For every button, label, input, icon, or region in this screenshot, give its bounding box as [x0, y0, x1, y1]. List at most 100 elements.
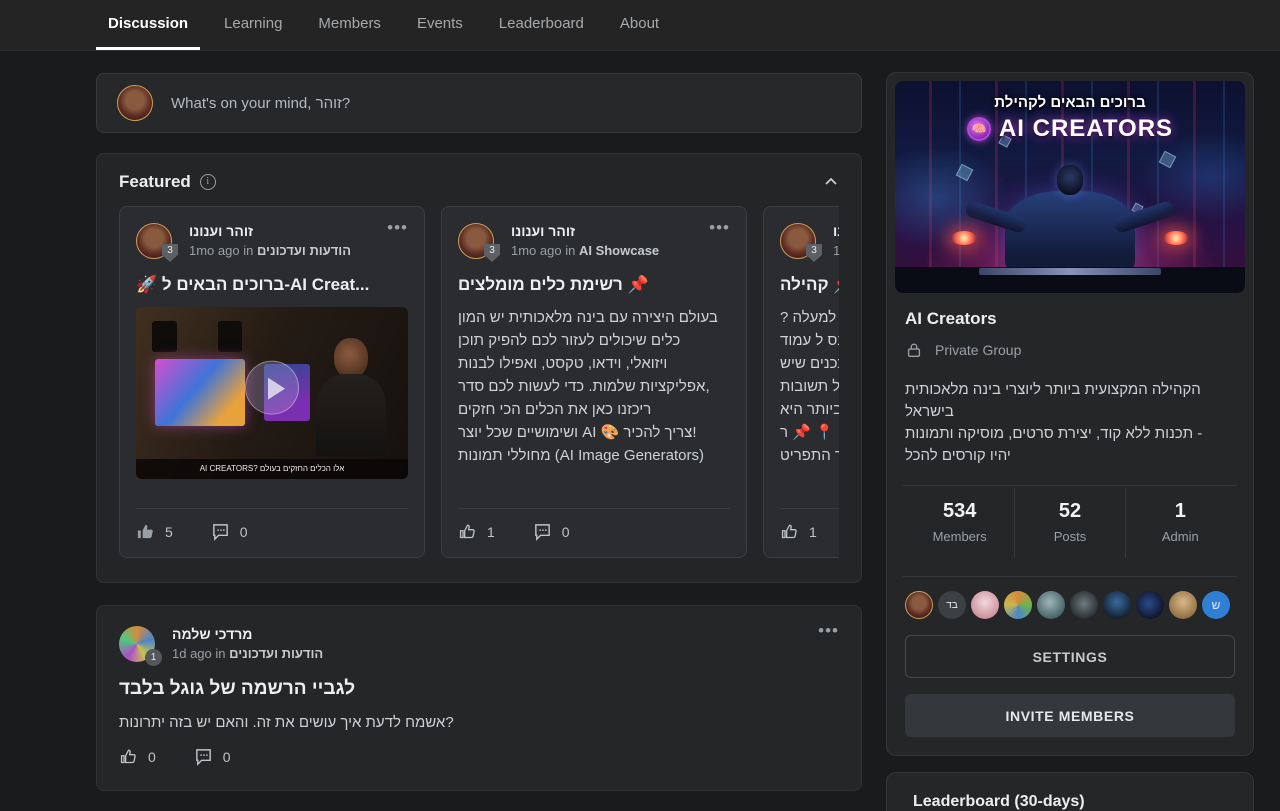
post-author[interactable]: זוהר וענונו — [511, 223, 659, 239]
decor — [218, 321, 242, 352]
post-category[interactable]: AI Showcase — [579, 243, 659, 258]
decor-person — [1057, 165, 1083, 195]
lock-icon — [905, 341, 923, 359]
comment-icon[interactable] — [194, 747, 213, 766]
chevron-up-icon[interactable] — [823, 174, 839, 190]
post-title[interactable]: רשימת כלים מומלצים 📌 — [458, 275, 730, 295]
feed-post[interactable]: 1 מרדכי שלמה 1d ago in הודעות ועדכונים •… — [96, 605, 862, 791]
featured-title: Featured — [119, 172, 191, 192]
leaderboard-card: Leaderboard (30-days) — [886, 772, 1254, 811]
post-time: 1d ago in — [172, 646, 226, 661]
cover-welcome-text: ברוכים הבאים לקהילת — [895, 94, 1245, 111]
members-count: 534 — [905, 500, 1014, 523]
community-description: הקהילה המקצועית ביותר ליוצרי בינה מלאכות… — [905, 379, 1235, 467]
decor — [152, 321, 176, 352]
like-icon[interactable] — [780, 522, 799, 541]
featured-card[interactable]: 3 זוהר וענונו 1mo ago in קהילה 📌 ? למעלה… — [763, 206, 839, 558]
posts-label: Posts — [1015, 529, 1124, 544]
member-avatar[interactable] — [1169, 591, 1197, 619]
featured-cards-row: 3 זוהר וענונו 1mo ago in הודעות ועדכונים… — [119, 206, 839, 558]
post-body: בעולם היצירה עם בינה מלאכותית יש המון כל… — [458, 306, 730, 467]
tab-learning[interactable]: Learning — [212, 0, 294, 50]
tab-about[interactable]: About — [608, 0, 671, 50]
video-caption: AI CREATORS? אלו הכלים החזקים בעולם — [136, 459, 408, 479]
current-user-avatar — [117, 85, 153, 121]
brain-icon: 🧠 — [967, 117, 991, 141]
settings-button[interactable]: SETTINGS — [905, 635, 1235, 678]
avatar[interactable]: 3 — [780, 223, 816, 259]
post-title[interactable]: 🚀 ברוכים הבאים ל-AI Creat... — [136, 275, 408, 295]
like-icon[interactable] — [458, 522, 477, 541]
level-badge: 1 — [145, 649, 162, 666]
level-badge: 3 — [484, 244, 500, 262]
video-thumbnail[interactable]: AI CREATORS? אלו הכלים החזקים בעולם — [136, 307, 408, 479]
kebab-menu-icon[interactable]: ••• — [818, 626, 839, 636]
divider — [903, 576, 1237, 577]
member-avatar[interactable] — [1070, 591, 1098, 619]
post-title[interactable]: קהילה 📌 — [780, 275, 839, 295]
members-label: Members — [905, 529, 1014, 544]
decor — [951, 231, 977, 245]
admin-count: 1 — [1126, 500, 1235, 523]
post-title[interactable]: לגביי הרשמה של גוגל בלבד — [119, 678, 839, 700]
featured-section: Featured i 3 זוהר וענונו 1mo ago in הודע… — [96, 153, 862, 583]
member-avatar[interactable] — [1136, 591, 1164, 619]
posts-count: 52 — [1015, 500, 1124, 523]
featured-card[interactable]: 3 זוהר וענונו 1mo ago in הודעות ועדכונים… — [119, 206, 425, 558]
member-avatar[interactable] — [1037, 591, 1065, 619]
featured-card[interactable]: 3 זוהר וענונו 1mo ago in AI Showcase •••… — [441, 206, 747, 558]
like-count: 1 — [487, 524, 495, 540]
post-time: 1mo ago in — [189, 243, 253, 258]
kebab-menu-icon[interactable]: ••• — [387, 223, 408, 233]
level-badge: 3 — [162, 244, 178, 262]
tab-leaderboard[interactable]: Leaderboard — [487, 0, 596, 50]
like-count: 1 — [809, 524, 817, 540]
community-name: AI Creators — [905, 309, 1235, 329]
decor — [1163, 231, 1189, 245]
member-avatar[interactable] — [905, 591, 933, 619]
comment-count: 0 — [562, 524, 570, 540]
post-category[interactable]: הודעות ועדכונים — [257, 243, 351, 258]
decor — [979, 268, 1161, 275]
kebab-menu-icon[interactable]: ••• — [709, 223, 730, 233]
avatar[interactable]: 3 — [458, 223, 494, 259]
invite-members-button[interactable]: INVITE MEMBERS — [905, 694, 1235, 737]
tab-discussion[interactable]: Discussion — [96, 0, 200, 50]
post-composer[interactable]: What's on your mind, זוהר? — [96, 73, 862, 133]
post-author[interactable]: זוהר וענונו — [833, 223, 839, 239]
info-icon[interactable]: i — [200, 174, 216, 190]
comment-count: 0 — [240, 524, 248, 540]
member-avatars-row: בד ש — [905, 591, 1235, 619]
comment-icon[interactable] — [211, 522, 230, 541]
decor-person — [316, 338, 387, 479]
privacy-label: Private Group — [935, 342, 1021, 358]
tab-events[interactable]: Events — [405, 0, 475, 50]
post-body: ? למעלה ✅ היכנס ל עמוד התכנים שיש לקבל ת… — [780, 306, 839, 467]
avatar[interactable]: 1 — [119, 626, 155, 662]
community-sidebar: ברוכים הבאים לקהילת 🧠 AI CREATORS AI Cre… — [886, 72, 1254, 811]
post-time: 1mo ago in — [833, 243, 839, 258]
comment-icon[interactable] — [533, 522, 552, 541]
level-badge: 3 — [806, 244, 822, 262]
post-author[interactable]: זוהר וענונו — [189, 223, 351, 239]
composer-placeholder: What's on your mind, זוהר? — [171, 95, 350, 112]
post-author[interactable]: מרדכי שלמה — [172, 626, 323, 642]
like-icon[interactable] — [119, 747, 138, 766]
member-avatar[interactable] — [1103, 591, 1131, 619]
tab-members[interactable]: Members — [306, 0, 393, 50]
post-body: אשמח לדעת איך עושים את זה. והאם יש בזה י… — [119, 714, 839, 731]
like-icon[interactable] — [136, 522, 155, 541]
play-button[interactable] — [245, 361, 299, 415]
member-avatar[interactable] — [1004, 591, 1032, 619]
cover-brand-text: AI CREATORS — [999, 115, 1173, 143]
member-avatar[interactable]: בד — [938, 591, 966, 619]
post-category[interactable]: הודעות ועדכונים — [229, 646, 323, 661]
member-avatar[interactable]: ש — [1202, 591, 1230, 619]
post-time: 1mo ago in — [511, 243, 575, 258]
like-count: 5 — [165, 524, 173, 540]
member-avatar[interactable] — [971, 591, 999, 619]
community-cover-image[interactable]: ברוכים הבאים לקהילת 🧠 AI CREATORS — [895, 81, 1245, 293]
avatar[interactable]: 3 — [136, 223, 172, 259]
top-nav: Discussion Learning Members Events Leade… — [0, 0, 1280, 51]
community-stats: 534 Members 52 Posts 1 Admin — [905, 488, 1235, 558]
